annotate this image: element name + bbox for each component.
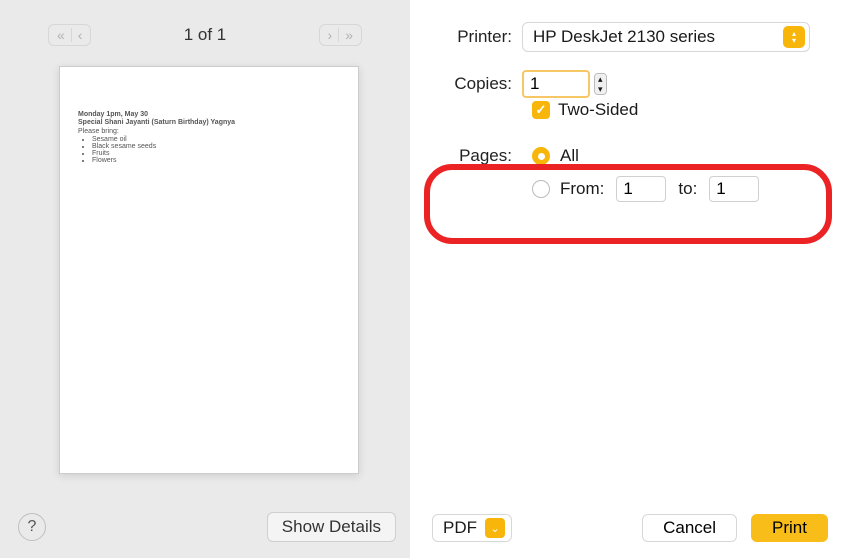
next-page-group[interactable]: › »: [319, 24, 362, 46]
select-stepper-icon: [783, 26, 805, 48]
pdf-label: PDF: [443, 518, 477, 538]
show-details-button[interactable]: Show Details: [267, 512, 396, 542]
nav-divider: [71, 28, 72, 42]
printer-select[interactable]: HP DeskJet 2130 series: [522, 22, 810, 52]
pages-all-radio[interactable]: [532, 147, 550, 165]
last-page-icon: »: [345, 28, 353, 42]
print-dialog: « ‹ 1 of 1 › » Monday 1pm, May 30 Specia…: [0, 0, 850, 558]
printer-value: HP DeskJet 2130 series: [533, 27, 715, 47]
copies-input[interactable]: [522, 70, 590, 98]
preview-title: Special Shani Jayanti (Saturn Birthday) …: [78, 119, 340, 126]
pages-all-row: Pages: All: [432, 146, 828, 166]
preview-footer: ? Show Details: [0, 500, 410, 558]
list-item: Flowers: [92, 157, 340, 164]
pages-range-row: From: to:: [532, 176, 828, 202]
two-sided-row: ✓ Two-Sided: [532, 100, 828, 120]
pages-from-label: From:: [560, 179, 604, 199]
preview-page: Monday 1pm, May 30 Special Shani Jayanti…: [59, 66, 359, 474]
dialog-footer: PDF ⌄ Cancel Print: [432, 502, 828, 542]
print-button[interactable]: Print: [751, 514, 828, 542]
first-page-icon: «: [57, 28, 65, 42]
preview-date: Monday 1pm, May 30: [78, 111, 340, 118]
pdf-menu-button[interactable]: PDF ⌄: [432, 514, 512, 542]
copies-label: Copies:: [432, 74, 522, 94]
stepper-up-icon[interactable]: ▴: [595, 74, 606, 84]
two-sided-checkbox[interactable]: ✓: [532, 101, 550, 119]
nav-divider: [338, 28, 339, 42]
prev-page-icon: ‹: [78, 28, 83, 42]
list-item: Black sesame seeds: [92, 143, 340, 150]
pages-all-label: All: [560, 146, 579, 166]
copies-stepper[interactable]: ▴ ▾: [594, 73, 607, 95]
preview-list: Sesame oil Black sesame seeds Fruits Flo…: [88, 136, 340, 164]
help-button[interactable]: ?: [18, 513, 46, 541]
chevron-down-icon: ⌄: [485, 518, 505, 538]
preview-nav: « ‹ 1 of 1 › »: [0, 0, 410, 56]
preview-intro: Please bring:: [78, 128, 340, 135]
preview-panel: « ‹ 1 of 1 › » Monday 1pm, May 30 Specia…: [0, 0, 410, 558]
prev-page-group[interactable]: « ‹: [48, 24, 91, 46]
list-item: Sesame oil: [92, 136, 340, 143]
pages-block: Pages: All From: to:: [432, 146, 828, 212]
list-item: Fruits: [92, 150, 340, 157]
page-counter: 1 of 1: [184, 25, 227, 45]
pages-range-radio[interactable]: [532, 180, 550, 198]
pages-from-input[interactable]: [616, 176, 666, 202]
printer-label: Printer:: [432, 27, 522, 47]
options-panel: Printer: HP DeskJet 2130 series Copies: …: [410, 0, 850, 558]
next-page-icon: ›: [328, 28, 333, 42]
pages-label: Pages:: [432, 146, 522, 166]
dialog-actions: Cancel Print: [642, 514, 828, 542]
two-sided-label: Two-Sided: [558, 100, 638, 120]
pages-to-input[interactable]: [709, 176, 759, 202]
pages-to-label: to:: [678, 179, 697, 199]
cancel-button[interactable]: Cancel: [642, 514, 737, 542]
preview-area: Monday 1pm, May 30 Special Shani Jayanti…: [0, 56, 410, 500]
printer-row: Printer: HP DeskJet 2130 series: [432, 22, 828, 52]
stepper-down-icon[interactable]: ▾: [595, 84, 606, 94]
copies-row: Copies: ▴ ▾: [432, 70, 828, 98]
